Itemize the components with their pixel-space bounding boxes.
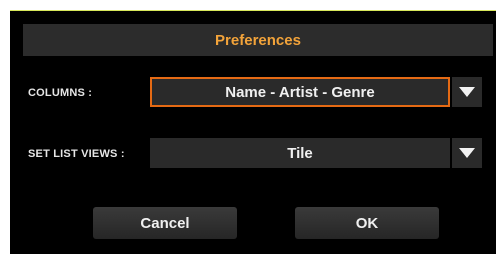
columns-select[interactable]: Name - Artist - Genre: [150, 77, 450, 107]
columns-dropdown-button[interactable]: [452, 77, 482, 107]
set-list-views-label: SET LIST VIEWS :: [28, 148, 125, 160]
ok-button[interactable]: OK: [295, 207, 439, 239]
set-list-views-dropdown-button[interactable]: [452, 138, 482, 168]
columns-label: COLUMNS :: [28, 87, 93, 99]
triangle-down-icon: [459, 87, 475, 97]
cancel-button[interactable]: Cancel: [93, 207, 237, 239]
dialog-title: Preferences: [23, 24, 493, 56]
set-list-views-select[interactable]: Tile: [150, 138, 450, 168]
triangle-down-icon: [459, 148, 475, 158]
preferences-dialog: Preferences COLUMNS : Name - Artist - Ge…: [10, 10, 496, 254]
